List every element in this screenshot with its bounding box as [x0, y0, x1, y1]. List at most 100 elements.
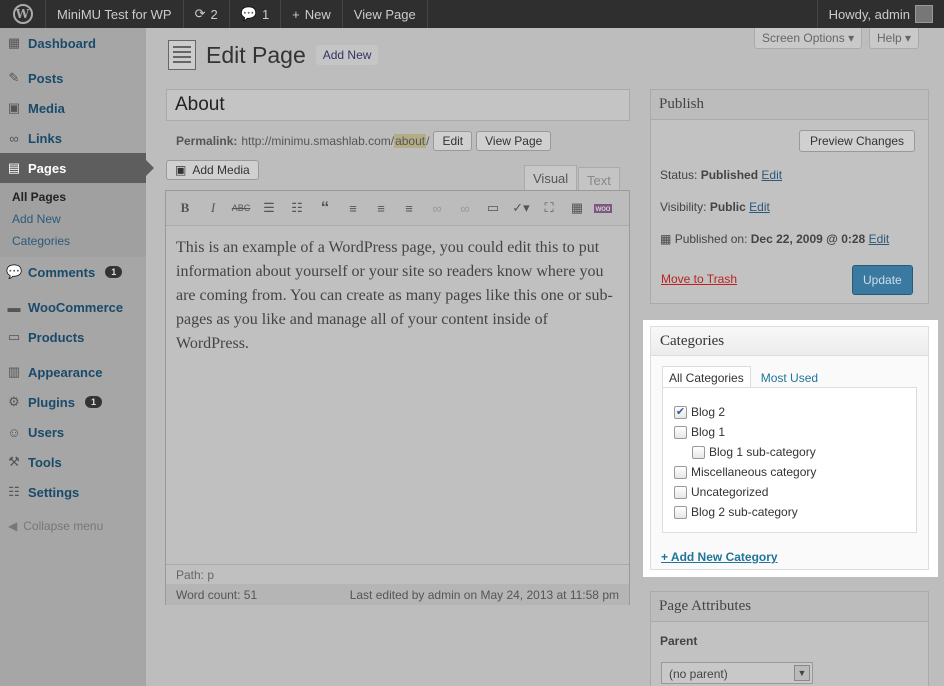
- category-label: Blog 1 sub-category: [709, 445, 816, 459]
- submenu-all-pages[interactable]: All Pages: [12, 186, 146, 208]
- align-center-icon[interactable]: ≡: [370, 201, 392, 216]
- category-checklist: ✔ Blog 2 Blog 1 Blog 1 sub-category Misce…: [662, 387, 917, 533]
- menu-label: Tools: [28, 454, 62, 470]
- menu-media[interactable]: ▣ Media: [0, 93, 146, 123]
- title-input[interactable]: About: [166, 89, 630, 121]
- updates-link[interactable]: ⟳ 2: [184, 0, 230, 28]
- menu-links[interactable]: ∞ Links: [0, 123, 146, 153]
- menu-products[interactable]: ▭ Products: [0, 322, 146, 352]
- pages-submenu: All Pages Add New Categories: [0, 183, 146, 257]
- category-item[interactable]: Blog 1 sub-category: [674, 442, 916, 462]
- spellcheck-icon[interactable]: ✓▾: [510, 200, 532, 216]
- menu-users[interactable]: ☺ Users: [0, 417, 146, 447]
- site-name: MiniMU Test for WP: [57, 6, 172, 22]
- updates-count: 2: [210, 6, 218, 22]
- italic-icon[interactable]: I: [202, 200, 224, 216]
- site-name-link[interactable]: MiniMU Test for WP: [46, 0, 184, 28]
- editor-toolbar: B I ABC ☰ ☷ “ ≡ ≡ ≡ ∞ ∞ ▭ ✓▾ ⛶ ▦ woo: [166, 191, 629, 226]
- edit-status-link[interactable]: Edit: [761, 168, 782, 182]
- category-item[interactable]: Uncategorized: [674, 482, 916, 502]
- edit-visibility-link[interactable]: Edit: [749, 200, 770, 214]
- calendar-icon: ▦: [660, 232, 672, 246]
- menu-label: Pages: [28, 160, 67, 176]
- category-label: Miscellaneous category: [691, 465, 817, 479]
- numbered-list-icon[interactable]: ☷: [286, 200, 308, 216]
- editor-status-bar: Word count: 51 Last edited by admin on M…: [166, 584, 629, 605]
- more-tag-icon[interactable]: ▭: [482, 200, 504, 216]
- menu-dashboard[interactable]: ▦ Dashboard: [0, 28, 146, 58]
- add-new-category-link[interactable]: + Add New Category: [661, 550, 778, 564]
- category-checkbox[interactable]: [674, 505, 687, 519]
- blockquote-icon[interactable]: “: [314, 198, 336, 218]
- category-item[interactable]: Blog 2 sub-category: [674, 502, 916, 522]
- pushpin-icon: ✎: [8, 70, 20, 85]
- bullet-list-icon[interactable]: ☰: [258, 200, 280, 216]
- published-row: ▦ Published on: Dec 22, 2009 @ 0:28 Edit: [660, 232, 889, 246]
- chevron-down-icon: ▾: [848, 31, 855, 45]
- menu-label: Plugins: [28, 394, 75, 410]
- add-media-button[interactable]: ▣ Add Media: [166, 160, 259, 180]
- collapse-menu[interactable]: ◀ Collapse menu: [0, 511, 146, 541]
- editor-content[interactable]: This is an example of a WordPress page, …: [166, 226, 629, 564]
- menu-pages[interactable]: ▤ Pages: [0, 153, 154, 183]
- kitchen-sink-icon[interactable]: ▦: [566, 200, 588, 216]
- permalink-slug[interactable]: about: [394, 134, 427, 148]
- comments-count: 1: [261, 6, 270, 22]
- menu-plugins[interactable]: ⚙ Plugins 1: [0, 387, 146, 417]
- comment-bubble-icon: 💬: [240, 6, 257, 21]
- screen-options-button[interactable]: Screen Options ▾: [754, 28, 863, 49]
- submenu-add-new[interactable]: Add New: [12, 208, 146, 230]
- refresh-icon: ⟳: [194, 6, 206, 21]
- category-item[interactable]: Blog 1: [674, 422, 916, 442]
- menu-comments[interactable]: 💬 Comments 1: [0, 257, 146, 287]
- align-right-icon[interactable]: ≡: [398, 201, 420, 216]
- category-item[interactable]: ✔ Blog 2: [674, 402, 916, 422]
- publish-box: Publish Preview Changes Status: Publishe…: [650, 89, 929, 304]
- collapse-icon: ◀: [8, 519, 18, 533]
- unlink-icon[interactable]: ∞: [454, 201, 476, 216]
- avatar: [915, 5, 933, 23]
- category-checkbox-checked[interactable]: ✔: [674, 405, 687, 419]
- preview-changes-button[interactable]: Preview Changes: [799, 130, 916, 152]
- view-page-button[interactable]: View Page: [476, 131, 552, 151]
- menu-posts[interactable]: ✎ Posts: [0, 63, 146, 93]
- bold-icon[interactable]: B: [174, 200, 196, 216]
- edit-date-link[interactable]: Edit: [869, 232, 890, 246]
- menu-settings[interactable]: ☷ Settings: [0, 477, 146, 507]
- media-icon: ▣: [175, 163, 187, 177]
- strikethrough-icon[interactable]: ABC: [230, 203, 252, 213]
- menu-woocommerce[interactable]: ▬ WooCommerce: [0, 292, 146, 322]
- submenu-categories[interactable]: Categories: [12, 230, 146, 252]
- update-button[interactable]: Update: [852, 265, 913, 295]
- move-to-trash-link[interactable]: Move to Trash: [661, 272, 737, 286]
- help-button[interactable]: Help ▾: [869, 28, 920, 49]
- wrench-icon: ⚒: [8, 454, 20, 469]
- woocommerce-icon[interactable]: woo: [594, 203, 612, 213]
- comments-badge: 1: [105, 266, 123, 278]
- tab-visual[interactable]: Visual: [524, 165, 578, 190]
- category-label: Uncategorized: [691, 485, 769, 499]
- comments-link[interactable]: 💬 1: [230, 0, 282, 28]
- menu-appearance[interactable]: ▥ Appearance: [0, 357, 146, 387]
- new-content-link[interactable]: + New: [281, 0, 343, 28]
- tab-most-used[interactable]: Most Used: [755, 367, 824, 389]
- link-icon[interactable]: ∞: [426, 201, 448, 216]
- view-page-link[interactable]: View Page: [343, 0, 428, 28]
- category-checkbox[interactable]: [674, 425, 687, 439]
- parent-select[interactable]: (no parent) ▼: [661, 662, 813, 684]
- wordpress-menu[interactable]: W: [0, 0, 46, 28]
- comment-icon: 💬: [6, 264, 23, 279]
- align-left-icon[interactable]: ≡: [342, 201, 364, 216]
- edit-permalink-button[interactable]: Edit: [433, 131, 473, 151]
- menu-tools[interactable]: ⚒ Tools: [0, 447, 146, 477]
- account-menu[interactable]: Howdy, admin: [816, 0, 944, 28]
- category-checkbox[interactable]: [674, 465, 687, 479]
- category-checkbox[interactable]: [674, 485, 687, 499]
- category-item[interactable]: Miscellaneous category: [674, 462, 916, 482]
- category-checkbox[interactable]: [692, 445, 705, 459]
- fullscreen-icon[interactable]: ⛶: [538, 200, 560, 216]
- cart-icon: ▭: [7, 329, 21, 344]
- menu-label: Products: [28, 329, 85, 345]
- tab-text[interactable]: Text: [578, 167, 620, 190]
- add-new-button[interactable]: Add New: [315, 45, 379, 65]
